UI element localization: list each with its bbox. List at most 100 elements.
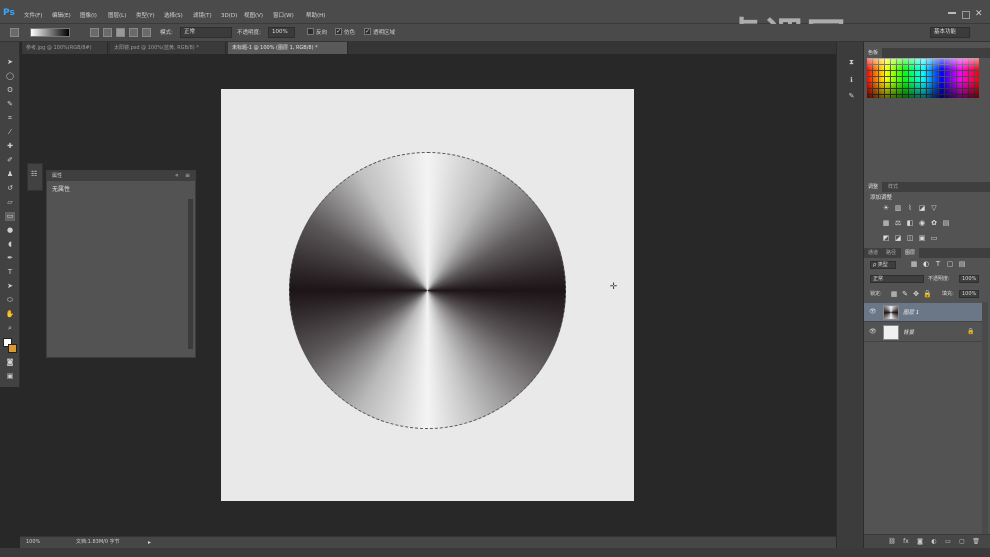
zoom-tool-icon[interactable]: ⌕ [5, 324, 15, 333]
lock-pixels-icon[interactable]: ✎ [901, 291, 909, 298]
tab-layers[interactable]: 图层 [901, 248, 920, 258]
move-tool-icon[interactable]: ➤ [5, 58, 15, 67]
menu-view[interactable]: 视图(V) [244, 11, 263, 21]
angle-gradient-icon[interactable] [116, 28, 125, 37]
exposure-icon[interactable]: ◪ [918, 205, 926, 212]
brightness-icon[interactable]: ☀ [882, 205, 890, 212]
delete-layer-icon[interactable]: 🗑 [972, 538, 980, 545]
gradient-tool-icon[interactable] [10, 28, 19, 37]
menu-layer[interactable]: 图层(L) [108, 11, 126, 21]
menu-window[interactable]: 窗口(W) [273, 11, 294, 21]
vibrance-icon[interactable]: ▽ [930, 205, 938, 212]
curves-icon[interactable]: ⌇ [906, 205, 914, 212]
history-brush-tool-icon[interactable]: ↺ [5, 184, 15, 193]
screen-mode-icon[interactable]: ▣ [5, 372, 15, 381]
reflected-gradient-icon[interactable] [129, 28, 138, 37]
path-select-tool-icon[interactable]: ➤ [5, 282, 15, 291]
mode-select[interactable]: 正常 [180, 27, 232, 38]
layers-scrollbar[interactable] [982, 302, 988, 534]
healing-tool-icon[interactable]: ✚ [5, 142, 15, 151]
collapse-icon[interactable]: « [175, 172, 179, 179]
layer-row-active[interactable]: 👁 图层 1 [864, 303, 982, 322]
diamond-gradient-icon[interactable] [142, 28, 151, 37]
link-layers-icon[interactable]: ⛓ [888, 538, 896, 545]
layer-name[interactable]: 图层 1 [903, 308, 919, 316]
eraser-tool-icon[interactable]: ▱ [5, 198, 15, 207]
type-tool-icon[interactable]: T [5, 268, 15, 277]
lookup-icon[interactable]: ▤ [942, 220, 950, 227]
pen-tool-icon[interactable]: ✒ [5, 254, 15, 263]
gradient-tool-icon[interactable]: ▭ [5, 212, 15, 221]
gradient-map-icon[interactable]: ▭ [930, 235, 938, 242]
brush-panel-icon[interactable]: ✎ [846, 92, 857, 101]
workspace-select[interactable]: 基本功能 [930, 27, 970, 38]
tab-sunglasses[interactable]: 太阳镜.psd @ 100%(蓝黄, RGB/8) * [110, 42, 226, 54]
posterize-icon[interactable]: ◪ [894, 235, 902, 242]
properties-dock[interactable]: ☷ [27, 163, 43, 191]
brush-tool-icon[interactable]: ✐ [5, 156, 15, 165]
gradient-preview[interactable] [30, 28, 70, 37]
tab-swatches[interactable]: 色板 [864, 48, 883, 58]
menu-select[interactable]: 选择(S) [164, 11, 183, 21]
threshold-icon[interactable]: ◫ [906, 235, 914, 242]
layer-opacity-input[interactable]: 100% [959, 275, 979, 283]
history-icon[interactable]: ⧗ [846, 58, 857, 67]
visibility-eye-icon[interactable]: 👁 [869, 329, 877, 335]
lock-transparent-icon[interactable]: ▦ [890, 291, 898, 298]
quick-select-tool-icon[interactable]: ✎ [5, 100, 15, 109]
linear-gradient-icon[interactable] [90, 28, 99, 37]
hand-tool-icon[interactable]: ✋ [5, 310, 15, 319]
tab-adjustments[interactable]: 调整 [864, 182, 883, 192]
close-icon[interactable]: ✕ [975, 9, 985, 19]
balance-icon[interactable]: ⚖ [894, 220, 902, 227]
menu-edit[interactable]: 编辑(E) [52, 11, 71, 21]
new-layer-icon[interactable]: ▢ [958, 538, 966, 545]
filter-smart-icon[interactable]: ▤ [958, 261, 966, 268]
tab-untitled[interactable]: 未标题-1 @ 100% (图层 1, RGB/8) * [228, 42, 348, 54]
fill-input[interactable]: 100% [959, 290, 979, 298]
quick-mask-icon[interactable]: ◙ [5, 358, 15, 367]
blend-mode-select[interactable]: 正常 [870, 275, 924, 283]
selective-color-icon[interactable]: ▣ [918, 235, 926, 242]
marquee-tool-icon[interactable]: ◯ [5, 72, 15, 81]
filter-type-icon[interactable]: T [934, 261, 942, 268]
properties-icon[interactable]: ☷ [31, 170, 40, 179]
menu-file[interactable]: 文件(F) [24, 11, 42, 21]
bw-icon[interactable]: ◧ [906, 220, 914, 227]
transparency-checkbox[interactable]: ✓ [364, 28, 371, 35]
stamp-tool-icon[interactable]: ♟ [5, 170, 15, 179]
mixer-icon[interactable]: ✿ [930, 220, 938, 227]
layer-name[interactable]: 背景 [903, 328, 914, 336]
dodge-tool-icon[interactable]: ◖ [5, 240, 15, 249]
new-group-icon[interactable]: ▭ [944, 538, 952, 545]
tab-paths[interactable]: 路径 [882, 248, 900, 258]
dither-checkbox[interactable]: ✓ [335, 28, 342, 35]
angle-gradient-circle[interactable] [289, 152, 566, 429]
reverse-checkbox[interactable] [307, 28, 314, 35]
background-color-swatch[interactable] [8, 344, 17, 353]
layer-style-icon[interactable]: fx [902, 538, 910, 545]
crop-tool-icon[interactable]: ⌗ [5, 114, 15, 123]
tab-channels[interactable]: 通道 [864, 248, 882, 258]
zoom-readout[interactable]: 100% [26, 537, 40, 548]
properties-scrollbar[interactable] [188, 199, 193, 349]
status-arrow-icon[interactable]: ▸ [148, 537, 151, 548]
lock-position-icon[interactable]: ✥ [912, 291, 920, 298]
menu-type[interactable]: 类型(Y) [136, 11, 155, 21]
lock-all-icon[interactable]: 🔒 [923, 291, 932, 298]
properties-title[interactable]: 属性 [47, 171, 195, 181]
menu-help[interactable]: 帮助(H) [306, 11, 325, 21]
layer-kind-filter[interactable]: ρ 类型 [870, 261, 896, 269]
info-icon[interactable]: ℹ [846, 76, 857, 85]
filter-adjust-icon[interactable]: ◐ [922, 261, 930, 268]
menu-filter[interactable]: 滤镜(T) [193, 11, 212, 21]
opacity-input[interactable]: 100% [268, 27, 295, 38]
panel-menu-icon[interactable]: ≡ [185, 172, 190, 179]
shape-tool-icon[interactable]: ⬭ [5, 296, 15, 305]
lasso-tool-icon[interactable]: ʘ [5, 86, 15, 95]
filter-pixel-icon[interactable]: ▦ [910, 261, 918, 268]
tab-styles[interactable]: 样式 [884, 182, 902, 192]
layer-row-background[interactable]: 👁 背景 🔒 [864, 323, 982, 342]
add-mask-icon[interactable]: ◙ [916, 538, 924, 545]
radial-gradient-icon[interactable] [103, 28, 112, 37]
